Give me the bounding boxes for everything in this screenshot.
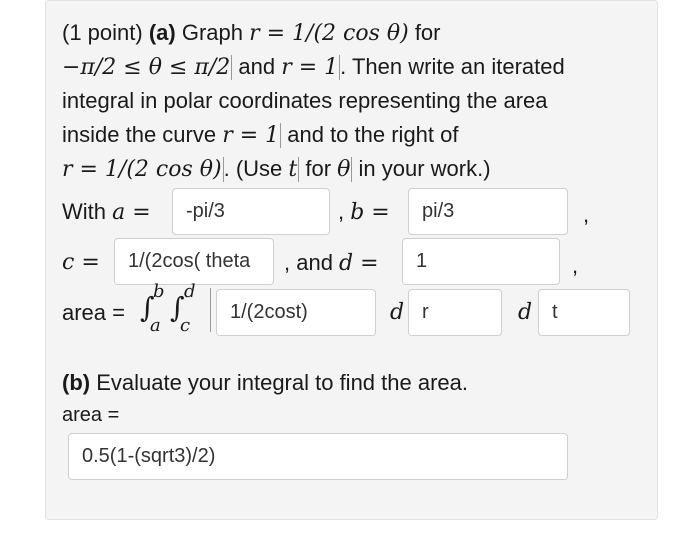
area-b-label: area =: [62, 404, 120, 426]
part-b-text: Evaluate your integral to find the area.: [90, 370, 468, 395]
text-for-2: for: [299, 156, 338, 181]
integrand-input[interactable]: 1/(2cost): [216, 289, 376, 336]
area-answer-input[interactable]: 0.5(1-(sqrt3)/2): [68, 433, 568, 480]
d-equals: d =: [339, 251, 379, 276]
part-b-label: (b): [62, 370, 91, 395]
text-and: and: [232, 54, 282, 79]
question-line-3: integral in polar coordinates representi…: [62, 88, 548, 113]
text-in-your-work: in your work.): [352, 156, 491, 181]
text-graph: Graph: [175, 20, 250, 45]
question-line-5: r = 1/(2 cos θ). (Use t for θ in your wo…: [62, 152, 491, 187]
text-and-2: , and: [284, 250, 340, 275]
a-input[interactable]: -pi/3: [172, 188, 330, 235]
comma-1: ,: [583, 202, 590, 227]
c-input[interactable]: 1/(2cos( theta: [114, 238, 274, 285]
d-symbol-inner: d: [390, 300, 405, 325]
lower-limit-a: a: [150, 315, 161, 336]
question-line-1: (1 point) (a) Graph r = 1/(2 cos θ) for: [62, 16, 441, 51]
b-label: , b =: [338, 195, 390, 230]
b-equals: b =: [350, 200, 390, 225]
inner-variable-input[interactable]: r: [408, 289, 502, 336]
text-right-of: and to the right of: [281, 122, 459, 147]
circle-equation-2: r = 1: [222, 123, 282, 148]
a-label: With a =: [62, 195, 151, 230]
c-label: c =: [62, 250, 100, 275]
polar-curve-equation: r = 1/(2 cos θ): [249, 21, 409, 46]
upper-limit-b: b: [153, 281, 165, 302]
double-integral: ∫ b a ∫ d c: [140, 281, 216, 340]
d-input[interactable]: 1: [402, 238, 560, 285]
d-label: , and d =: [284, 246, 379, 281]
question-line-4: inside the curve r = 1 and to the right …: [62, 118, 458, 153]
circle-equation: r = 1: [281, 55, 341, 80]
d-symbol-outer: d: [518, 300, 533, 325]
a-equals: a =: [112, 200, 151, 225]
text-then: . Then write an iterated: [340, 54, 565, 79]
outer-variable-input[interactable]: t: [538, 289, 630, 336]
area-label: area =: [62, 300, 125, 325]
text-comma: ,: [338, 199, 351, 224]
integral-divider: [210, 288, 211, 332]
variable-theta: θ: [337, 157, 353, 182]
part-a-label: (a): [148, 20, 176, 45]
point-value: (1 point): [62, 20, 149, 45]
upper-limit-d: d: [184, 281, 196, 302]
text-inside: inside the curve: [62, 122, 223, 147]
variable-t: t: [288, 157, 300, 182]
text-for: for: [408, 20, 441, 45]
text-with: With: [62, 199, 113, 224]
lower-limit-c: c: [180, 315, 191, 336]
theta-range: −π/2 ≤ θ ≤ π/2: [62, 55, 233, 80]
text-use: . (Use: [223, 156, 289, 181]
polar-curve-equation-2: r = 1/(2 cos θ): [62, 157, 224, 182]
b-input[interactable]: pi/3: [408, 188, 568, 235]
comma-2: ,: [572, 253, 579, 278]
part-b-question: (b) Evaluate your integral to find the a…: [62, 366, 468, 400]
question-line-2: −π/2 ≤ θ ≤ π/2 and r = 1. Then write an …: [62, 50, 565, 85]
